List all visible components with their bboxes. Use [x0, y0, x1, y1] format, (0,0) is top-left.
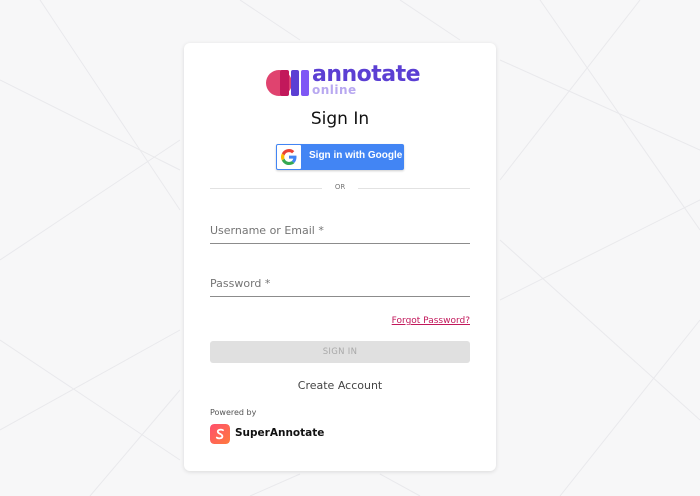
- create-account-link[interactable]: Create Account: [184, 379, 496, 392]
- page-title: Sign In: [310, 109, 370, 129]
- logo-subtitle: online: [312, 83, 357, 97]
- forgot-password-link[interactable]: Forgot Password?: [392, 316, 470, 326]
- superannotate-wordmark: SuperAnnotate: [235, 427, 325, 439]
- sign-in-card: annotate online Sign In Sign in with Goo…: [184, 43, 496, 471]
- or-separator: OR: [334, 183, 346, 191]
- superannotate-logo-icon: [210, 424, 230, 444]
- sign-in-button[interactable]: SIGN IN: [210, 341, 470, 363]
- divider-right: [358, 188, 470, 189]
- annotate-online-logo: annotate online: [266, 62, 421, 102]
- powered-by-label: Powered by: [210, 408, 257, 417]
- annotate-logo-icon: [266, 70, 309, 96]
- username-input[interactable]: [210, 220, 470, 242]
- superannotate-logo: SuperAnnotate: [210, 424, 330, 444]
- username-underline: [210, 243, 470, 244]
- google-button-label: Sign in with Google: [309, 150, 403, 161]
- password-field[interactable]: Password *: [210, 273, 470, 297]
- username-field[interactable]: Username or Email *: [210, 220, 470, 244]
- google-sign-in-button[interactable]: Sign in with Google: [276, 144, 404, 170]
- google-icon: [277, 145, 301, 169]
- password-underline: [210, 296, 470, 297]
- password-input[interactable]: [210, 273, 470, 295]
